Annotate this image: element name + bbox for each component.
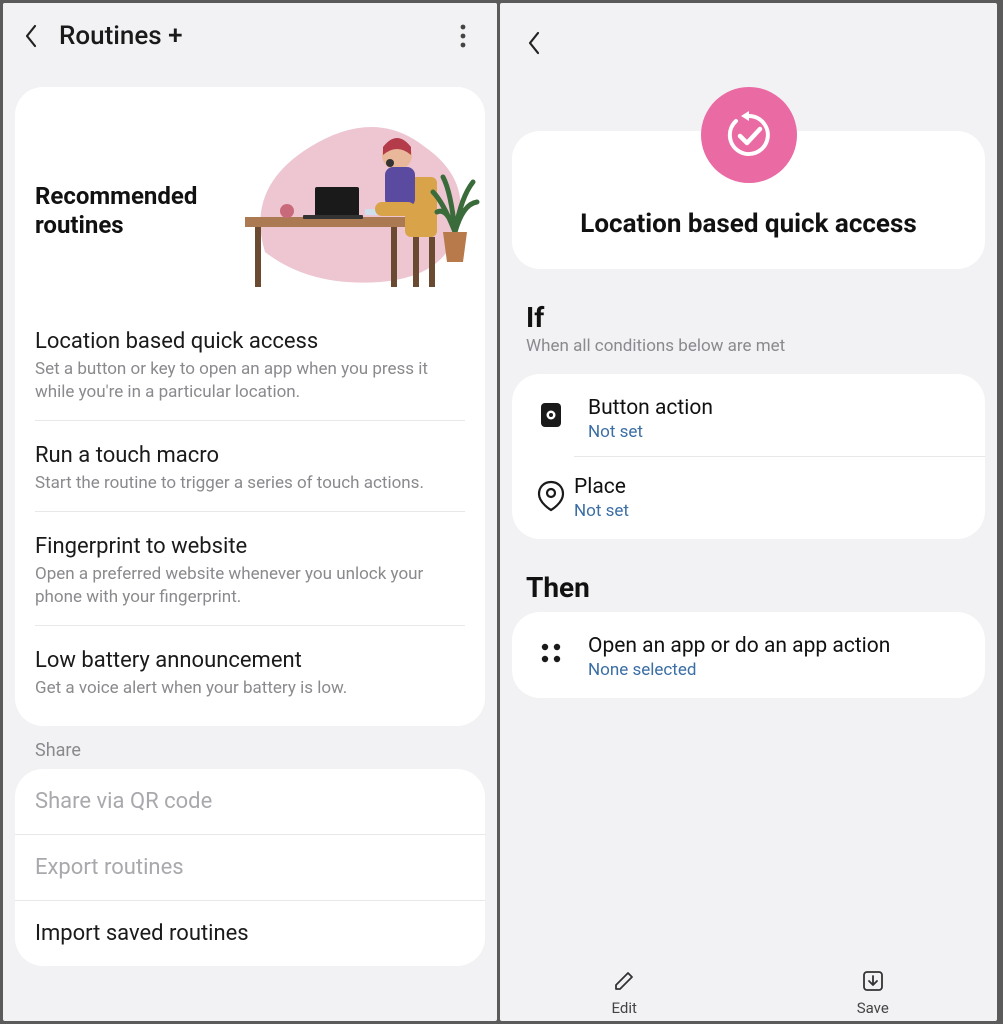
header: Routines + [3,3,497,69]
condition-title: Place [574,475,629,499]
bottom-bar: Edit Save [500,957,997,1021]
routine-title: Fingerprint to website [35,534,465,559]
detail-header [500,3,997,67]
routine-badge-icon [701,87,797,183]
pencil-icon [610,967,638,995]
condition-status: Not set [588,422,713,442]
if-section-label: If [500,279,997,336]
actions-card: Open an app or do an app action None sel… [512,612,985,698]
routines-list-screen: Routines + Recommended routines [3,3,497,1021]
condition-place[interactable]: Place Not set [574,456,985,535]
back-icon[interactable] [17,22,45,50]
export-routines-item[interactable]: Export routines [15,835,485,901]
share-list: Share via QR code Export routines Import… [15,769,485,966]
conditions-card: Button action Not set Place Not set [512,374,985,539]
routine-item-fingerprint-website[interactable]: Fingerprint to website Open a preferred … [35,512,465,626]
recommended-routines-list: Location based quick access Set a button… [15,307,485,726]
apps-icon [532,634,570,672]
condition-title: Button action [588,396,713,420]
condition-status: Not set [574,501,629,521]
hero-card: Recommended routines [15,87,485,307]
detail-hero-card: Location based quick access [512,131,985,269]
routine-title: Low battery announcement [35,648,465,673]
more-menu-icon[interactable] [449,22,477,50]
action-open-app[interactable]: Open an app or do an app action None sel… [512,616,985,694]
edit-label: Edit [612,999,637,1017]
action-status: None selected [588,660,890,680]
routine-title: Location based quick access [35,329,465,354]
routine-item-location-quick-access[interactable]: Location based quick access Set a button… [35,307,465,421]
then-section-label: Then [500,549,997,606]
routine-title: Run a touch macro [35,443,465,468]
routine-item-touch-macro[interactable]: Run a touch macro Start the routine to t… [35,421,465,512]
routine-item-low-battery[interactable]: Low battery announcement Get a voice ale… [35,626,465,720]
edit-button[interactable]: Edit [500,967,749,1017]
hero-title: Recommended routines [35,182,215,240]
hero-illustration [225,87,485,307]
share-qr-item[interactable]: Share via QR code [15,769,485,835]
detail-title: Location based quick access [580,209,916,239]
routine-desc: Open a preferred website whenever you un… [35,563,465,609]
save-label: Save [857,999,889,1017]
button-action-icon [532,396,570,434]
action-title: Open an app or do an app action [588,634,890,658]
routine-desc: Get a voice alert when your battery is l… [35,677,465,700]
back-icon[interactable] [520,29,548,57]
share-section-label: Share [3,726,497,769]
save-button[interactable]: Save [749,967,998,1017]
import-routines-item[interactable]: Import saved routines [15,901,485,966]
download-icon [859,967,887,995]
place-icon [532,477,570,515]
routine-desc: Start the routine to trigger a series of… [35,472,465,495]
if-section-sub: When all conditions below are met [500,336,997,368]
routine-detail-screen: Location based quick access If When all … [500,3,997,1021]
condition-button-action[interactable]: Button action Not set [512,378,985,456]
routine-desc: Set a button or key to open an app when … [35,358,465,404]
page-title: Routines + [59,21,183,51]
